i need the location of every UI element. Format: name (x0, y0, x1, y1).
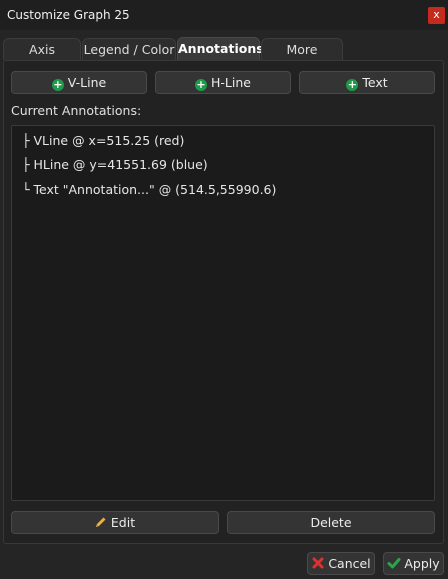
window-title: Customize Graph 25 (7, 8, 130, 22)
plus-icon: + (346, 78, 359, 91)
delete-label: Delete (310, 515, 352, 530)
x-icon (311, 555, 325, 569)
plus-icon: + (195, 78, 208, 91)
list-item[interactable]: └ Text "Annotation..." @ (514.5,55990.6) (22, 182, 276, 197)
tab-axis[interactable]: Axis (3, 38, 81, 60)
tab-legend-color[interactable]: Legend / Color (82, 38, 176, 60)
cancel-button[interactable]: Cancel (307, 552, 375, 575)
add-vline-label: V-Line (67, 75, 107, 90)
pencil-icon (95, 513, 107, 534)
add-hline-label: H-Line (211, 75, 251, 90)
close-button[interactable]: x (428, 7, 445, 24)
tab-annotations[interactable]: Annotations (177, 37, 264, 60)
annotations-list[interactable]: ├ VLine @ x=515.25 (red) ├ HLine @ y=415… (11, 125, 435, 501)
plus-icon: + (51, 78, 64, 91)
edit-button[interactable]: Edit (11, 511, 219, 534)
apply-label: Apply (404, 556, 440, 571)
add-hline-button[interactable]: + H-Line (155, 71, 291, 94)
list-item[interactable]: ├ VLine @ x=515.25 (red) (22, 133, 184, 148)
title-bar: Customize Graph 25 x (0, 0, 448, 30)
tab-more-options[interactable]: More options (261, 38, 343, 79)
tab-bar: Axis Legend / Color Annotations More opt… (0, 37, 448, 79)
current-annotations-heading: Current Annotations: (11, 103, 142, 118)
add-vline-button[interactable]: + V-Line (11, 71, 147, 94)
delete-button[interactable]: Delete (227, 511, 435, 534)
cancel-label: Cancel (328, 556, 371, 571)
add-text-button[interactable]: + Text (299, 71, 435, 94)
list-item[interactable]: ├ HLine @ y=41551.69 (blue) (22, 157, 208, 172)
check-icon (387, 555, 401, 569)
apply-button[interactable]: Apply (383, 552, 444, 575)
edit-label: Edit (110, 515, 136, 530)
add-text-label: Text (362, 75, 388, 90)
